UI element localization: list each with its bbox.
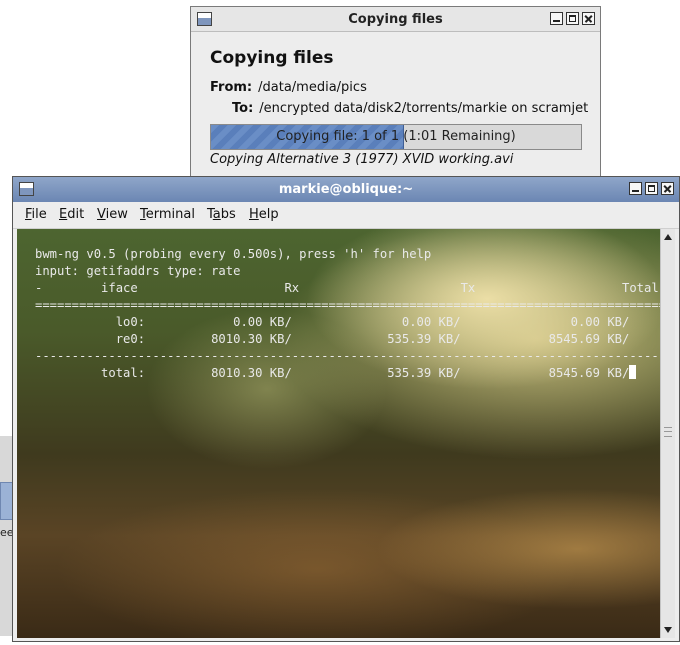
menu-tabs[interactable]: Tabs [207,207,236,222]
close-icon[interactable] [582,12,595,25]
terminal-output: bwm-ng v0.5 (probing every 0.500s), pres… [35,246,660,382]
scroll-grip-icon[interactable] [664,427,672,437]
to-row: To: /encrypted data/disk2/torrents/markie… [232,101,588,116]
from-row: From: /data/media/pics [210,80,367,95]
menu-bar: File Edit View Terminal Tabs Help [13,202,679,229]
copy-dialog: Copying files Copying files From: /data/m… [190,6,601,181]
to-label: To: [232,101,254,116]
vertical-scrollbar[interactable] [660,229,675,638]
from-label: From: [210,80,253,95]
close-icon[interactable] [661,182,674,195]
copy-dialog-heading: Copying files [210,48,334,68]
menu-file[interactable]: File [25,207,47,222]
menu-terminal[interactable]: Terminal [140,207,195,222]
to-value: /encrypted data/disk2/torrents/markie on… [259,101,589,116]
minimize-icon[interactable] [550,12,563,25]
maximize-icon[interactable] [566,12,579,25]
menu-help[interactable]: Help [249,207,279,222]
terminal-output-area[interactable]: bwm-ng v0.5 (probing every 0.500s), pres… [17,229,660,638]
from-value: /data/media/pics [258,80,367,95]
copy-dialog-titlebar[interactable]: Copying files [191,7,600,32]
terminal-cursor [629,365,637,379]
terminal-output-text: bwm-ng v0.5 (probing every 0.500s), pres… [35,247,660,380]
terminal-titlebar[interactable]: markie@oblique:~ [13,177,679,203]
terminal-window: markie@oblique:~ File Edit View Terminal… [12,176,680,642]
terminal-title: markie@oblique:~ [278,182,414,197]
maximize-icon[interactable] [645,182,658,195]
menu-view[interactable]: View [97,207,128,222]
scroll-down-icon[interactable] [664,627,672,633]
copy-status-text: Copying Alternative 3 (1977) XVID workin… [210,152,514,167]
menu-edit[interactable]: Edit [59,207,84,222]
copy-progress-text: Copying file: 1 of 1 (1:01 Remaining) [276,129,516,144]
minimize-icon[interactable] [629,182,642,195]
scroll-up-icon[interactable] [664,234,672,240]
copy-progress-bar: Copying file: 1 of 1 (1:01 Remaining) [210,124,582,150]
copy-dialog-title: Copying files [348,12,443,27]
